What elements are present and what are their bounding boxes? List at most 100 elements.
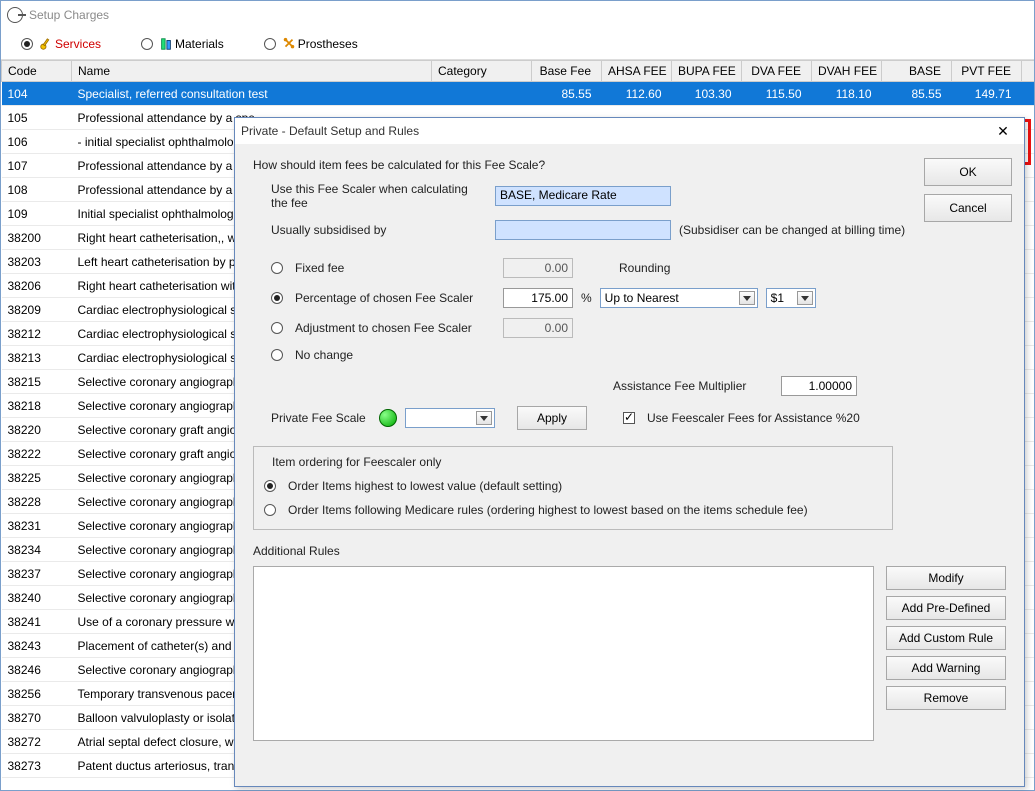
- tab-prostheses[interactable]: Prostheses: [264, 37, 358, 51]
- subsidiser-note: (Subsidiser can be changed at billing ti…: [679, 223, 905, 237]
- close-button[interactable]: ✕: [988, 123, 1018, 140]
- cancel-button[interactable]: Cancel: [924, 194, 1012, 222]
- radio-icon[interactable]: [271, 349, 283, 361]
- apply-button[interactable]: Apply: [517, 406, 587, 430]
- radio-icon[interactable]: [271, 292, 283, 304]
- column-header[interactable]: BUPA FEE: [672, 61, 742, 82]
- radio-icon[interactable]: [271, 322, 283, 334]
- value-cell: 118.10: [812, 82, 882, 106]
- remove-button[interactable]: Remove: [886, 686, 1006, 710]
- tab-services[interactable]: Services: [21, 37, 101, 51]
- code-cell: 38241: [2, 610, 72, 634]
- fixed-fee-option[interactable]: Fixed fee: [295, 261, 495, 275]
- adjustment-input: [503, 318, 573, 338]
- dialog-body: OK Cancel How should item fees be calcul…: [235, 144, 1024, 786]
- column-header[interactable]: DVAH FEE: [812, 61, 882, 82]
- pfs-go-icon[interactable]: [379, 409, 397, 427]
- column-header[interactable]: Name: [72, 61, 432, 82]
- use-scaler-label: Use this Fee Scaler when calculating the…: [271, 182, 487, 210]
- value-cell: 85.55: [882, 82, 952, 106]
- value-cell: 149.71: [952, 82, 1022, 106]
- key-icon: [7, 7, 23, 23]
- rounding-label: Rounding: [619, 261, 670, 275]
- prostheses-icon: [282, 37, 296, 51]
- type-tabs: Services Materials Prostheses: [1, 29, 1034, 60]
- add-custom-rule-button[interactable]: Add Custom Rule: [886, 626, 1006, 650]
- code-cell: 38212: [2, 322, 72, 346]
- subsidiser-field[interactable]: [495, 220, 671, 240]
- column-header[interactable]: Code: [2, 61, 72, 82]
- column-header[interactable]: PVT FEE: [952, 61, 1022, 82]
- ok-button[interactable]: OK: [924, 158, 1012, 186]
- value-cell: 85.55: [532, 82, 602, 106]
- radio-icon: [21, 38, 33, 50]
- radio-icon: [264, 38, 276, 50]
- code-cell: 38240: [2, 586, 72, 610]
- add-warning-button[interactable]: Add Warning: [886, 656, 1006, 680]
- fee-scaler-field[interactable]: BASE, Medicare Rate: [495, 186, 671, 206]
- code-cell: 38203: [2, 250, 72, 274]
- column-header[interactable]: S: [1022, 61, 1035, 82]
- radio-icon[interactable]: [271, 262, 283, 274]
- window-title: Setup Charges: [29, 8, 109, 22]
- code-cell: 104: [2, 82, 72, 106]
- value-cell: [1022, 82, 1035, 106]
- code-cell: 38234: [2, 538, 72, 562]
- ordering-title: Item ordering for Feescaler only: [268, 455, 445, 469]
- percentage-input[interactable]: [503, 288, 573, 308]
- tab-materials[interactable]: Materials: [141, 37, 224, 51]
- rules-listbox[interactable]: [253, 566, 874, 741]
- code-cell: 38256: [2, 682, 72, 706]
- code-cell: 38273: [2, 754, 72, 778]
- value-cell: 112.60: [602, 82, 672, 106]
- chevron-down-icon: [476, 411, 492, 425]
- name-cell: Specialist, referred consultation test: [72, 82, 432, 106]
- rounding-mode-select[interactable]: Up to Nearest: [600, 288, 758, 308]
- pfs-label: Private Fee Scale: [271, 411, 371, 425]
- chevron-down-icon: [739, 291, 755, 305]
- subsidised-label: Usually subsidised by: [271, 223, 487, 237]
- radio-icon: [141, 38, 153, 50]
- ordering-opt2[interactable]: Order Items following Medicare rules (or…: [288, 503, 808, 517]
- radio-icon[interactable]: [264, 504, 276, 516]
- code-cell: 38225: [2, 466, 72, 490]
- code-cell: 38270: [2, 706, 72, 730]
- checkbox-icon[interactable]: [623, 412, 635, 424]
- column-header[interactable]: Category: [432, 61, 532, 82]
- code-cell: 38213: [2, 346, 72, 370]
- add-predefined-button[interactable]: Add Pre-Defined: [886, 596, 1006, 620]
- code-cell: 38200: [2, 226, 72, 250]
- code-cell: 38237: [2, 562, 72, 586]
- column-header[interactable]: BASE: [882, 61, 952, 82]
- column-header[interactable]: Base Fee: [532, 61, 602, 82]
- code-cell: 108: [2, 178, 72, 202]
- value-cell: 103.30: [672, 82, 742, 106]
- code-cell: 38220: [2, 418, 72, 442]
- column-header[interactable]: DVA FEE: [742, 61, 812, 82]
- tab-label: Services: [55, 37, 101, 51]
- no-change-option[interactable]: No change: [295, 348, 353, 362]
- modify-button[interactable]: Modify: [886, 566, 1006, 590]
- table-row[interactable]: 104Specialist, referred consultation tes…: [2, 82, 1035, 106]
- column-header[interactable]: AHSA FEE: [602, 61, 672, 82]
- adjustment-option[interactable]: Adjustment to chosen Fee Scaler: [295, 321, 495, 335]
- chevron-down-icon: [797, 291, 813, 305]
- code-cell: 38215: [2, 370, 72, 394]
- use-feescaler-assist-label[interactable]: Use Feescaler Fees for Assistance %20: [647, 411, 860, 425]
- ordering-opt1[interactable]: Order Items highest to lowest value (def…: [288, 479, 562, 493]
- code-cell: 38243: [2, 634, 72, 658]
- materials-icon: [159, 37, 173, 51]
- tab-label: Prostheses: [298, 37, 358, 51]
- code-cell: 105: [2, 106, 72, 130]
- pfs-select[interactable]: [405, 408, 495, 428]
- percentage-option[interactable]: Percentage of chosen Fee Scaler: [295, 291, 495, 305]
- dialog-action-column: OK Cancel: [924, 158, 1012, 222]
- radio-icon[interactable]: [264, 480, 276, 492]
- code-cell: 38231: [2, 514, 72, 538]
- rounding-unit-select[interactable]: $1: [766, 288, 816, 308]
- window-titlebar: Setup Charges: [1, 1, 1034, 29]
- afm-input[interactable]: [781, 376, 857, 396]
- code-cell: 109: [2, 202, 72, 226]
- code-cell: 38218: [2, 394, 72, 418]
- rounding-mode-value: Up to Nearest: [605, 291, 679, 305]
